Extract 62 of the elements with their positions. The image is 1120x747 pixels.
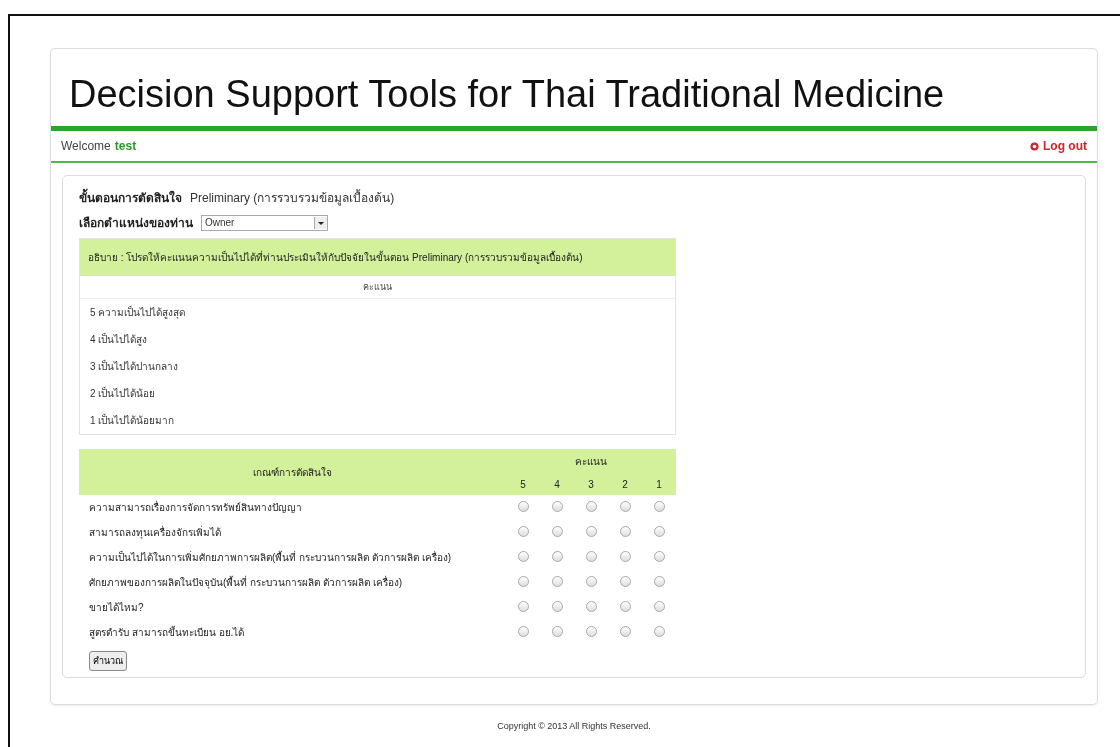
page-title: Decision Support Tools for Thai Traditional Medicine — [68, 72, 946, 117]
criterion-label: ขายได้ไหม? — [88, 601, 145, 615]
rating-radio[interactable] — [653, 526, 665, 537]
rating-radio[interactable] — [619, 576, 631, 587]
score-column-header: 5 — [506, 474, 540, 495]
rating-radio[interactable] — [517, 526, 529, 537]
legend-item: 2 เป็นไปได้น้อย — [89, 385, 157, 401]
dropdown-caret-icon — [314, 216, 327, 229]
score-header: คะแนน — [506, 449, 676, 474]
legend-heading: คะแนน — [80, 276, 675, 299]
score-column-header: 2 — [608, 474, 642, 495]
rating-radio[interactable] — [585, 501, 597, 512]
copyright-text: Copyright © 2013 All Rights Reserved. — [496, 720, 652, 731]
legend-item: 1 เป็นไปได้น้อยมาก — [89, 412, 176, 428]
step-label: ขั้นตอนการตัดสินใจ — [79, 188, 182, 207]
score-column-header: 1 — [642, 474, 676, 495]
calculate-button[interactable]: คำนวณ — [89, 651, 127, 671]
legend-item: 5 ความเป็นไปได้สูงสุด — [89, 304, 187, 321]
rating-radio[interactable] — [619, 526, 631, 537]
rating-radio[interactable] — [517, 576, 529, 587]
rating-radio[interactable] — [653, 551, 665, 562]
position-label: เลือกตำแหน่งของท่าน — [79, 215, 193, 232]
position-select[interactable]: Owner — [201, 214, 328, 231]
criterion-label: สามารถลงทุนเครื่องจักรเพิ่มได้ — [88, 524, 222, 541]
rating-radio[interactable] — [517, 601, 529, 612]
rating-radio[interactable] — [551, 551, 563, 562]
rating-radio[interactable] — [585, 576, 597, 587]
rating-radio[interactable] — [619, 501, 631, 512]
rating-radio[interactable] — [653, 626, 665, 637]
criterion-label: ศักยภาพของการผลิตในปัจจุบัน(พื้นที่ กระบวนการผลิต ตัวการผลิต เครื่อง) — [88, 574, 403, 591]
rating-radio[interactable] — [551, 501, 563, 512]
rating-radio[interactable] — [551, 601, 563, 612]
rating-radio[interactable] — [517, 551, 529, 562]
rating-radio[interactable] — [585, 626, 597, 637]
rating-radio[interactable] — [585, 601, 597, 612]
rating-radio[interactable] — [653, 576, 665, 587]
rating-radio[interactable] — [619, 601, 631, 612]
welcome-text: Welcome — [61, 139, 111, 153]
rating-radio[interactable] — [517, 626, 529, 637]
rating-radio[interactable] — [585, 551, 597, 562]
rating-radio[interactable] — [551, 626, 563, 637]
legend-item: 3 เป็นไปได้ปานกลาง — [89, 358, 180, 374]
logout-link[interactable]: Log out — [1030, 139, 1087, 153]
rating-radio[interactable] — [551, 526, 563, 537]
legend-item: 4 เป็นไปได้สูง — [89, 331, 149, 348]
rating-radio[interactable] — [585, 526, 597, 537]
step-value: Preliminary (การรวบรวมข้อมูลเบื้องต้น) — [190, 188, 395, 207]
rating-radio[interactable] — [517, 501, 529, 512]
rating-radio[interactable] — [653, 501, 665, 512]
criterion-label: ความสามารถเรื่องการจัดการทรัพย์สินทางปัญญา — [79, 495, 506, 520]
legend-description: อธิบาย : โปรดให้คะแนนความเป็นไปได้ที่ท่านประเมินให้กับปัจจัยในขั้นตอน Preliminary (การรวบรวมข้อมูลเบื้องต้น) — [80, 239, 675, 276]
criterion-label: ความเป็นไปได้ในการเพิ่มศักยภาพการผลิต(พื้นที่ กระบวนการผลิต ตัวการผลิต เครื่อง) — [88, 549, 452, 565]
score-column-header: 4 — [540, 474, 574, 495]
username: test — [114, 139, 137, 153]
rating-radio[interactable] — [551, 576, 563, 587]
criterion-label: สูตรตำรับ สามารถขึ้นทะเบียน อย.ได้ — [88, 624, 246, 641]
rating-radio[interactable] — [619, 626, 631, 637]
criteria-header: เกณฑ์การตัดสินใจ — [79, 449, 506, 495]
rating-radio[interactable] — [653, 601, 665, 612]
rating-radio[interactable] — [619, 551, 631, 562]
power-icon — [1030, 141, 1039, 151]
score-column-header: 3 — [574, 474, 608, 495]
